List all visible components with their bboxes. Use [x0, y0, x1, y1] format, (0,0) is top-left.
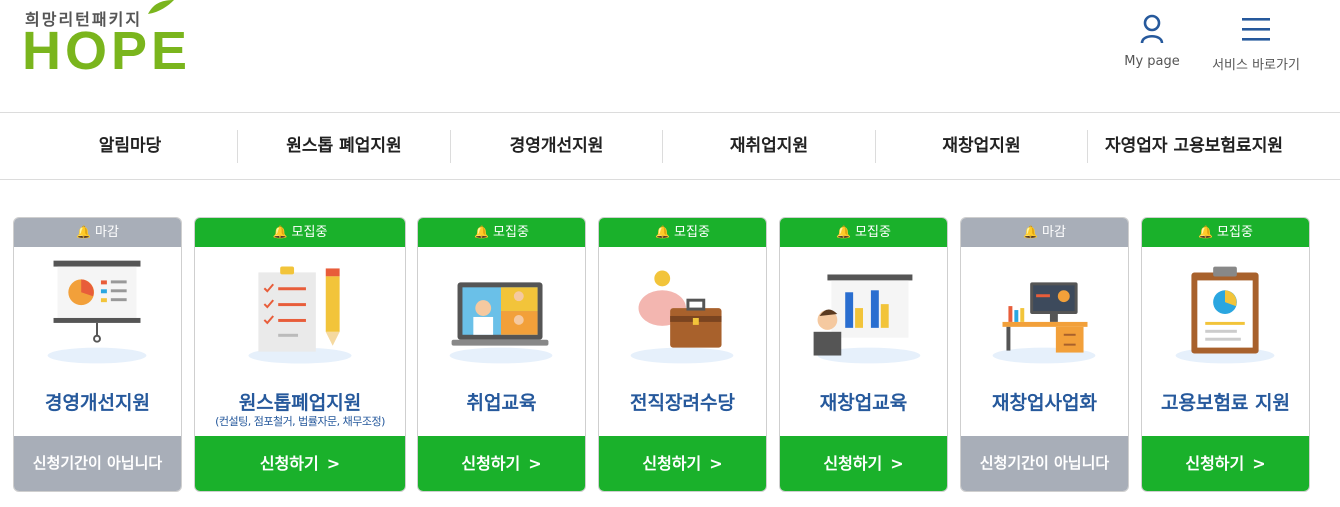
leaf-icon — [148, 0, 174, 14]
status-badge: 🔔 마감 — [14, 218, 181, 247]
program-card: 🔔 모집중 전직장려수당 신청하기 > — [598, 217, 767, 492]
main-nav: 알림마당 원스톱 폐업지원 경영개선지원 재취업지원 재창업지원 자영업자 고용… — [0, 113, 1340, 180]
status-badge: 🔔 모집중 — [780, 218, 947, 247]
status-label: 모집중 — [1217, 225, 1253, 240]
bell-icon: 🔔 — [1198, 225, 1214, 239]
apply-button[interactable]: 신청하기 > — [780, 436, 947, 491]
status-badge: 🔔 모집중 — [1142, 218, 1309, 247]
cta-label: 신청하기 — [1185, 454, 1245, 473]
nav-item-insurance[interactable]: 자영업자 고용보험료지원 — [1088, 113, 1300, 180]
card-subtitle: (컨설팅, 점포철거, 법률자문, 채무조정) — [215, 415, 385, 428]
apply-button-disabled: 신청기간이 아닙니다 — [961, 436, 1128, 491]
bell-icon: 🔔 — [272, 225, 288, 239]
program-card: 🔔 모집중 고용보험료 지원 신청하기 > — [1141, 217, 1310, 492]
cta-label: 신청하기 — [642, 454, 702, 473]
apply-button-disabled: 신청기간이 아닙니다 — [14, 436, 181, 491]
clipboard-chart-icon — [1175, 266, 1275, 364]
service-shortcut-label: 서비스 바로가기 — [1212, 58, 1300, 73]
cta-label: 신청하기 — [823, 454, 883, 473]
status-label: 모집중 — [291, 225, 328, 240]
card-title: 경영개선지원 — [45, 392, 150, 414]
bell-icon: 🔔 — [655, 225, 671, 239]
chevron-right-icon: > — [1252, 454, 1266, 473]
piggy-bank-briefcase-icon — [630, 270, 734, 364]
bell-icon: 🔔 — [76, 225, 92, 239]
card-title: 재창업사업화 — [992, 392, 1097, 414]
cta-label: 신청하기 — [461, 454, 521, 473]
card-title: 전직장려수당 — [630, 392, 735, 414]
card-title: 고용보험료 지원 — [1161, 392, 1290, 414]
menu-icon — [1242, 18, 1270, 41]
cta-label: 신청기간이 아닙니다 — [979, 454, 1110, 472]
presentation-board-icon — [47, 260, 147, 364]
apply-button[interactable]: 신청하기 > — [195, 436, 405, 491]
presenter-chart-icon — [813, 274, 921, 364]
nav-item-restartup[interactable]: 재창업지원 — [876, 113, 1087, 180]
office-desk-icon — [992, 282, 1096, 364]
apply-button[interactable]: 신청하기 > — [418, 436, 585, 491]
card-title: 재창업교육 — [819, 392, 908, 414]
apply-button[interactable]: 신청하기 > — [1142, 436, 1309, 491]
apply-button[interactable]: 신청하기 > — [599, 436, 766, 491]
mypage-label: My page — [1124, 54, 1180, 69]
chevron-right-icon: > — [528, 454, 542, 473]
nav-item-management[interactable]: 경영개선지원 — [451, 113, 662, 180]
chevron-right-icon: > — [709, 454, 723, 473]
program-card: 🔔 모집중 취업교육 신청하기 > — [417, 217, 586, 492]
logo-wordmark: HOPE — [22, 21, 192, 81]
bell-icon: 🔔 — [474, 225, 490, 239]
video-conference-laptop-icon — [449, 282, 553, 364]
nav-item-reemployment[interactable]: 재취업지원 — [663, 113, 875, 180]
program-card: 🔔 모집중 재창업교육 신청하기 > — [779, 217, 948, 492]
status-badge: 🔔 모집중 — [195, 218, 405, 247]
chevron-right-icon: > — [326, 454, 341, 473]
status-label: 마감 — [1042, 225, 1066, 240]
nav-item-notice[interactable]: 알림마당 — [24, 113, 236, 180]
bell-icon: 🔔 — [1023, 225, 1039, 239]
chevron-right-icon: > — [890, 454, 904, 473]
card-title: 원스톱폐업지원 — [238, 392, 362, 414]
bell-icon: 🔔 — [836, 225, 852, 239]
nav-item-closure[interactable]: 원스톱 폐업지원 — [238, 113, 450, 180]
service-shortcut-button[interactable]: 서비스 바로가기 — [1206, 14, 1306, 73]
checklist-pencil-icon — [248, 266, 352, 364]
program-card: 🔔 모집중 원스톱폐업지원 (컨설팅, 점포철거, 법률자문, 채무조정) 신청하… — [194, 217, 406, 492]
status-badge: 🔔 모집중 — [418, 218, 585, 247]
card-title: 취업교육 — [466, 392, 537, 414]
status-label: 모집중 — [493, 225, 529, 240]
status-badge: 🔔 모집중 — [599, 218, 766, 247]
user-icon — [1140, 14, 1164, 44]
status-label: 모집중 — [855, 225, 891, 240]
status-label: 마감 — [95, 225, 119, 240]
status-label: 모집중 — [674, 225, 710, 240]
cta-label: 신청기간이 아닙니다 — [32, 454, 163, 472]
cta-label: 신청하기 — [259, 454, 319, 473]
site-header: 희망리턴패키지 HOPE My page 서비스 바로가기 — [0, 0, 1340, 113]
mypage-button[interactable]: My page — [1120, 14, 1184, 69]
status-badge: 🔔 마감 — [961, 218, 1128, 247]
program-card: 🔔 마감 경영개선지원 신청기간이 아닙니다 — [13, 217, 182, 492]
program-card: 🔔 마감 재창업사업화 신청기간이 아닙니다 — [960, 217, 1129, 492]
